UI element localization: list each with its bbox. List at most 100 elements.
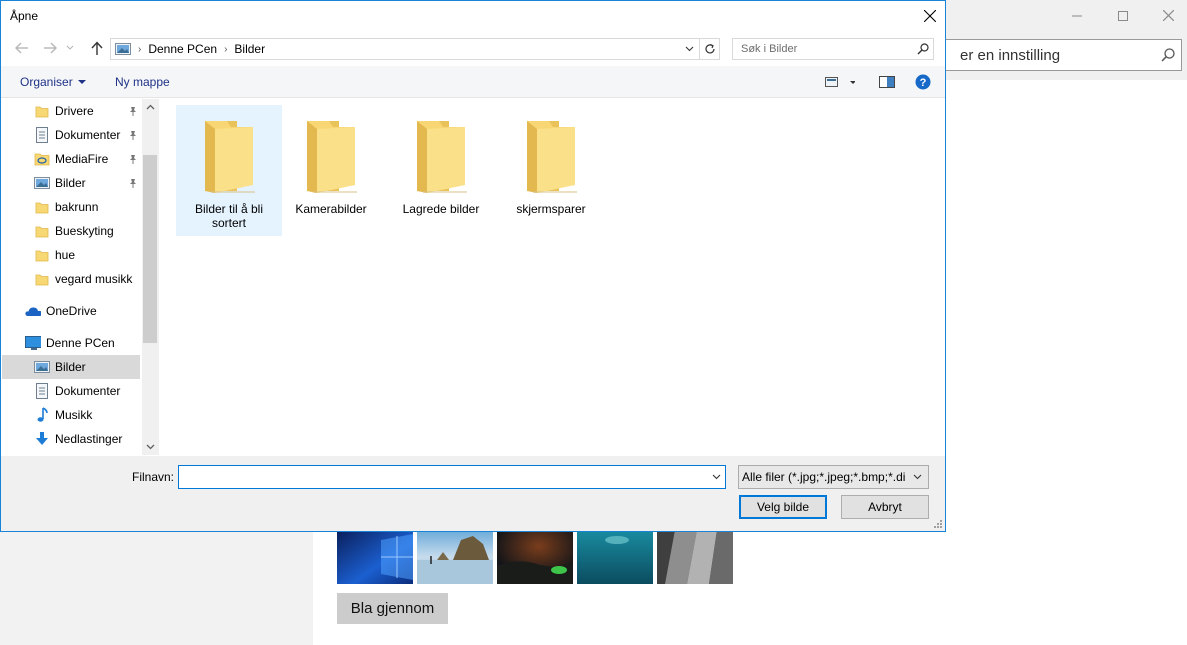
nav-item-vegard-musikk[interactable]: vegard musikk — [2, 267, 140, 291]
help-icon[interactable]: ? — [915, 74, 931, 90]
folder-icon — [409, 115, 473, 197]
mediafire-icon — [34, 151, 50, 167]
resize-grip-icon[interactable] — [932, 518, 942, 528]
search-icon[interactable] — [913, 43, 933, 55]
breadcrumb-chevron-icon[interactable]: › — [138, 44, 141, 55]
breadcrumb-chevron-icon[interactable]: › — [224, 44, 227, 55]
dialog-titlebar: Åpne — [1, 1, 945, 32]
breadcrumb-this-pc[interactable]: Denne PCen — [148, 42, 217, 56]
filename-input[interactable] — [178, 465, 726, 489]
folder-icon — [519, 115, 583, 197]
folder-icon — [34, 271, 50, 287]
scroll-down-icon[interactable] — [142, 439, 158, 455]
filename-dropdown-icon[interactable] — [709, 469, 723, 485]
search-placeholder: Søk i Bilder — [741, 43, 798, 55]
thumbnail-beach[interactable] — [417, 530, 493, 584]
thumbnail-rock[interactable] — [657, 530, 733, 584]
settings-search-text: er en innstilling — [960, 46, 1061, 64]
file-name-panel: Filnavn: Alle filer (*.jpg;*.jpeg;*.bmp;… — [1, 456, 945, 531]
nav-item-label: Dokumenter — [55, 384, 121, 398]
new-folder-button[interactable]: Ny mappe — [115, 75, 170, 89]
nav-item-denne-pcen[interactable]: Denne PCen — [2, 331, 140, 355]
documents-icon — [34, 127, 50, 143]
select-picture-button[interactable]: Velg bilde — [739, 495, 827, 519]
nav-item-label: Dokumenter — [55, 128, 121, 142]
pictures-icon — [34, 175, 50, 191]
pictures-icon — [34, 359, 50, 375]
computer-icon — [25, 335, 41, 351]
folder-label: Kamerabilder — [295, 202, 367, 216]
navigation-pane: Drivere Dokumenter MediaFire Bilder bakrunn B… — [1, 99, 159, 455]
preview-pane-icon[interactable] — [879, 75, 895, 89]
folder-icon — [299, 115, 363, 197]
folder-icon — [34, 199, 50, 215]
address-bar[interactable]: › Denne PCen › Bilder — [110, 38, 720, 60]
search-icon[interactable] — [1155, 40, 1181, 70]
settings-titlebar — [946, 0, 1187, 32]
settings-nav-pane — [0, 532, 313, 645]
nav-item-label: Denne PCen — [46, 336, 115, 350]
folder-icon — [34, 247, 50, 263]
onedrive-icon — [25, 303, 41, 319]
nav-item-bilder[interactable]: Bilder — [2, 355, 140, 379]
cancel-button[interactable]: Avbryt — [841, 495, 929, 519]
thumbnail-windows[interactable] — [337, 530, 413, 584]
chevron-down-icon[interactable] — [909, 474, 925, 480]
folder-label: skjermsparer — [516, 202, 586, 216]
thumbnail-underwater[interactable] — [577, 530, 653, 584]
nav-item-label: Bueskyting — [55, 224, 114, 238]
navigation-bar: › Denne PCen › Bilder Søk i Bilder — [1, 32, 945, 65]
nav-item-dokumenter[interactable]: Dokumenter — [2, 379, 140, 403]
forward-icon[interactable] — [40, 38, 60, 58]
nav-item-label: Bilder — [55, 360, 86, 374]
nav-item-dokumenter[interactable]: Dokumenter — [2, 123, 140, 147]
folder-item[interactable]: Kamerabilder — [278, 105, 384, 236]
nav-item-label: MediaFire — [55, 152, 109, 166]
scroll-up-icon[interactable] — [142, 99, 158, 115]
nav-item-bakrunn[interactable]: bakrunn — [2, 195, 140, 219]
refresh-icon[interactable] — [699, 39, 719, 59]
maximize-icon[interactable] — [1100, 0, 1146, 31]
thumbnail-night-tent[interactable] — [497, 530, 573, 584]
nav-scrollbar[interactable] — [142, 99, 158, 455]
nav-item-onedrive[interactable]: OneDrive — [2, 299, 140, 323]
pin-icon — [128, 177, 138, 191]
folder-item[interactable]: Lagrede bilder — [388, 105, 494, 236]
organize-button[interactable]: Organiser — [20, 75, 86, 89]
recent-locations-chevron-icon[interactable] — [63, 38, 77, 58]
file-type-value: Alle filer (*.jpg;*.jpeg;*.bmp;*.di — [742, 470, 906, 484]
nav-item-drivere[interactable]: Drivere — [2, 99, 140, 123]
nav-item-nedlastinger[interactable]: Nedlastinger — [2, 427, 140, 451]
folder-icon — [34, 223, 50, 239]
filename-label: Filnavn: — [132, 470, 175, 484]
close-icon[interactable] — [1145, 0, 1187, 31]
nav-item-hue[interactable]: hue — [2, 243, 140, 267]
address-dropdown-icon[interactable] — [681, 39, 697, 59]
nav-item-musikk[interactable]: Musikk — [2, 403, 140, 427]
file-list[interactable]: Bilder til å bli sortert Kamerabilder Lagr… — [160, 99, 945, 455]
nav-item-mediafire[interactable]: MediaFire — [2, 147, 140, 171]
browse-button[interactable]: Bla gjennom — [337, 593, 448, 624]
search-input[interactable]: Søk i Bilder — [732, 38, 934, 60]
open-dialog: Åpne › Denne PCen › Bilder Søk i Bilder … — [0, 0, 946, 532]
up-icon[interactable] — [87, 38, 107, 58]
close-icon[interactable] — [914, 1, 945, 31]
folder-item[interactable]: skjermsparer — [498, 105, 604, 236]
pin-icon — [128, 153, 138, 167]
scrollbar-thumb[interactable] — [143, 155, 157, 343]
minimize-icon[interactable] — [1054, 0, 1100, 31]
nav-item-bilder[interactable]: Bilder — [2, 171, 140, 195]
nav-item-bueskyting[interactable]: Bueskyting — [2, 219, 140, 243]
dialog-title: Åpne — [10, 9, 39, 23]
folder-item[interactable]: Bilder til å bli sortert — [176, 105, 282, 236]
file-type-select[interactable]: Alle filer (*.jpg;*.jpeg;*.bmp;*.di — [738, 465, 929, 489]
pin-icon — [128, 105, 138, 119]
view-options-icon[interactable] — [825, 75, 856, 89]
back-icon[interactable] — [12, 38, 32, 58]
nav-item-label: Drivere — [55, 104, 94, 118]
nav-item-label: OneDrive — [46, 304, 97, 318]
settings-search-input[interactable]: er en innstilling — [946, 39, 1182, 71]
breadcrumb-pictures[interactable]: Bilder — [234, 42, 265, 56]
folder-icon — [34, 103, 50, 119]
documents-icon — [34, 383, 50, 399]
